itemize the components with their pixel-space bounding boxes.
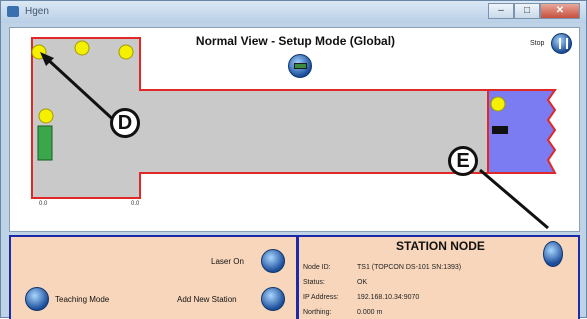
stop-button[interactable] xyxy=(551,33,572,54)
globe-icon xyxy=(294,63,307,69)
status-key: Status: xyxy=(303,279,325,286)
stop-label: Stop xyxy=(530,40,545,47)
setup-globe-button[interactable] xyxy=(288,54,312,78)
ip-address-key: IP Address: xyxy=(303,294,339,301)
maximize-button[interactable]: □ xyxy=(514,3,540,19)
axis-tick-right: 0.0 xyxy=(131,201,140,207)
add-station-label: Add New Station xyxy=(177,295,237,304)
view-title: Normal View - Setup Mode (Global) xyxy=(195,34,396,48)
ip-address-value: 192.168.10.34:9070 xyxy=(357,294,420,301)
station-node-title: STATION NODE xyxy=(396,239,485,253)
app-window: Hgen – □ ✕ Normal View - Setup Mode (Glo… xyxy=(0,0,587,319)
callout-d: D xyxy=(110,108,140,138)
node-marker xyxy=(490,96,506,112)
window-controls: – □ ✕ xyxy=(488,3,580,19)
status-value: OK xyxy=(357,279,368,286)
minimize-button[interactable]: – xyxy=(488,3,514,19)
laser-on-label: Laser On xyxy=(211,257,244,266)
laser-on-button[interactable] xyxy=(261,249,285,273)
app-icon xyxy=(7,6,19,17)
node-id-key: Node ID: xyxy=(303,264,331,271)
northing-key: Northing: xyxy=(303,309,332,316)
node-id-value: TS1 (TOPCON DS-101 SN:1393) xyxy=(357,264,462,271)
axis-tick-left: 0.0 xyxy=(39,201,48,207)
map-canvas[interactable]: Normal View - Setup Mode (Global) Stop 0… xyxy=(9,27,580,232)
callout-e: E xyxy=(448,146,478,176)
close-button[interactable]: ✕ xyxy=(540,3,580,19)
northing-value: 0.000 m xyxy=(357,309,383,316)
teaching-mode-button[interactable] xyxy=(25,287,49,311)
callout-e-arrow xyxy=(479,168,549,230)
add-station-button[interactable] xyxy=(261,287,285,311)
title-bar: Hgen – □ ✕ xyxy=(1,1,586,23)
floor-area xyxy=(31,37,489,199)
node-marker xyxy=(38,108,54,124)
window-title: Hgen xyxy=(25,6,49,17)
teaching-mode-label: Teaching Mode xyxy=(55,295,110,304)
prism-marker xyxy=(492,126,508,134)
station-node-panel: STATION NODE Node ID: TS1 (TOPCON DS-101… xyxy=(297,235,580,319)
station-marker xyxy=(37,125,53,161)
station-node-icon[interactable] xyxy=(543,241,563,267)
control-panel: Laser On Teaching Mode Add New Station xyxy=(9,235,298,319)
